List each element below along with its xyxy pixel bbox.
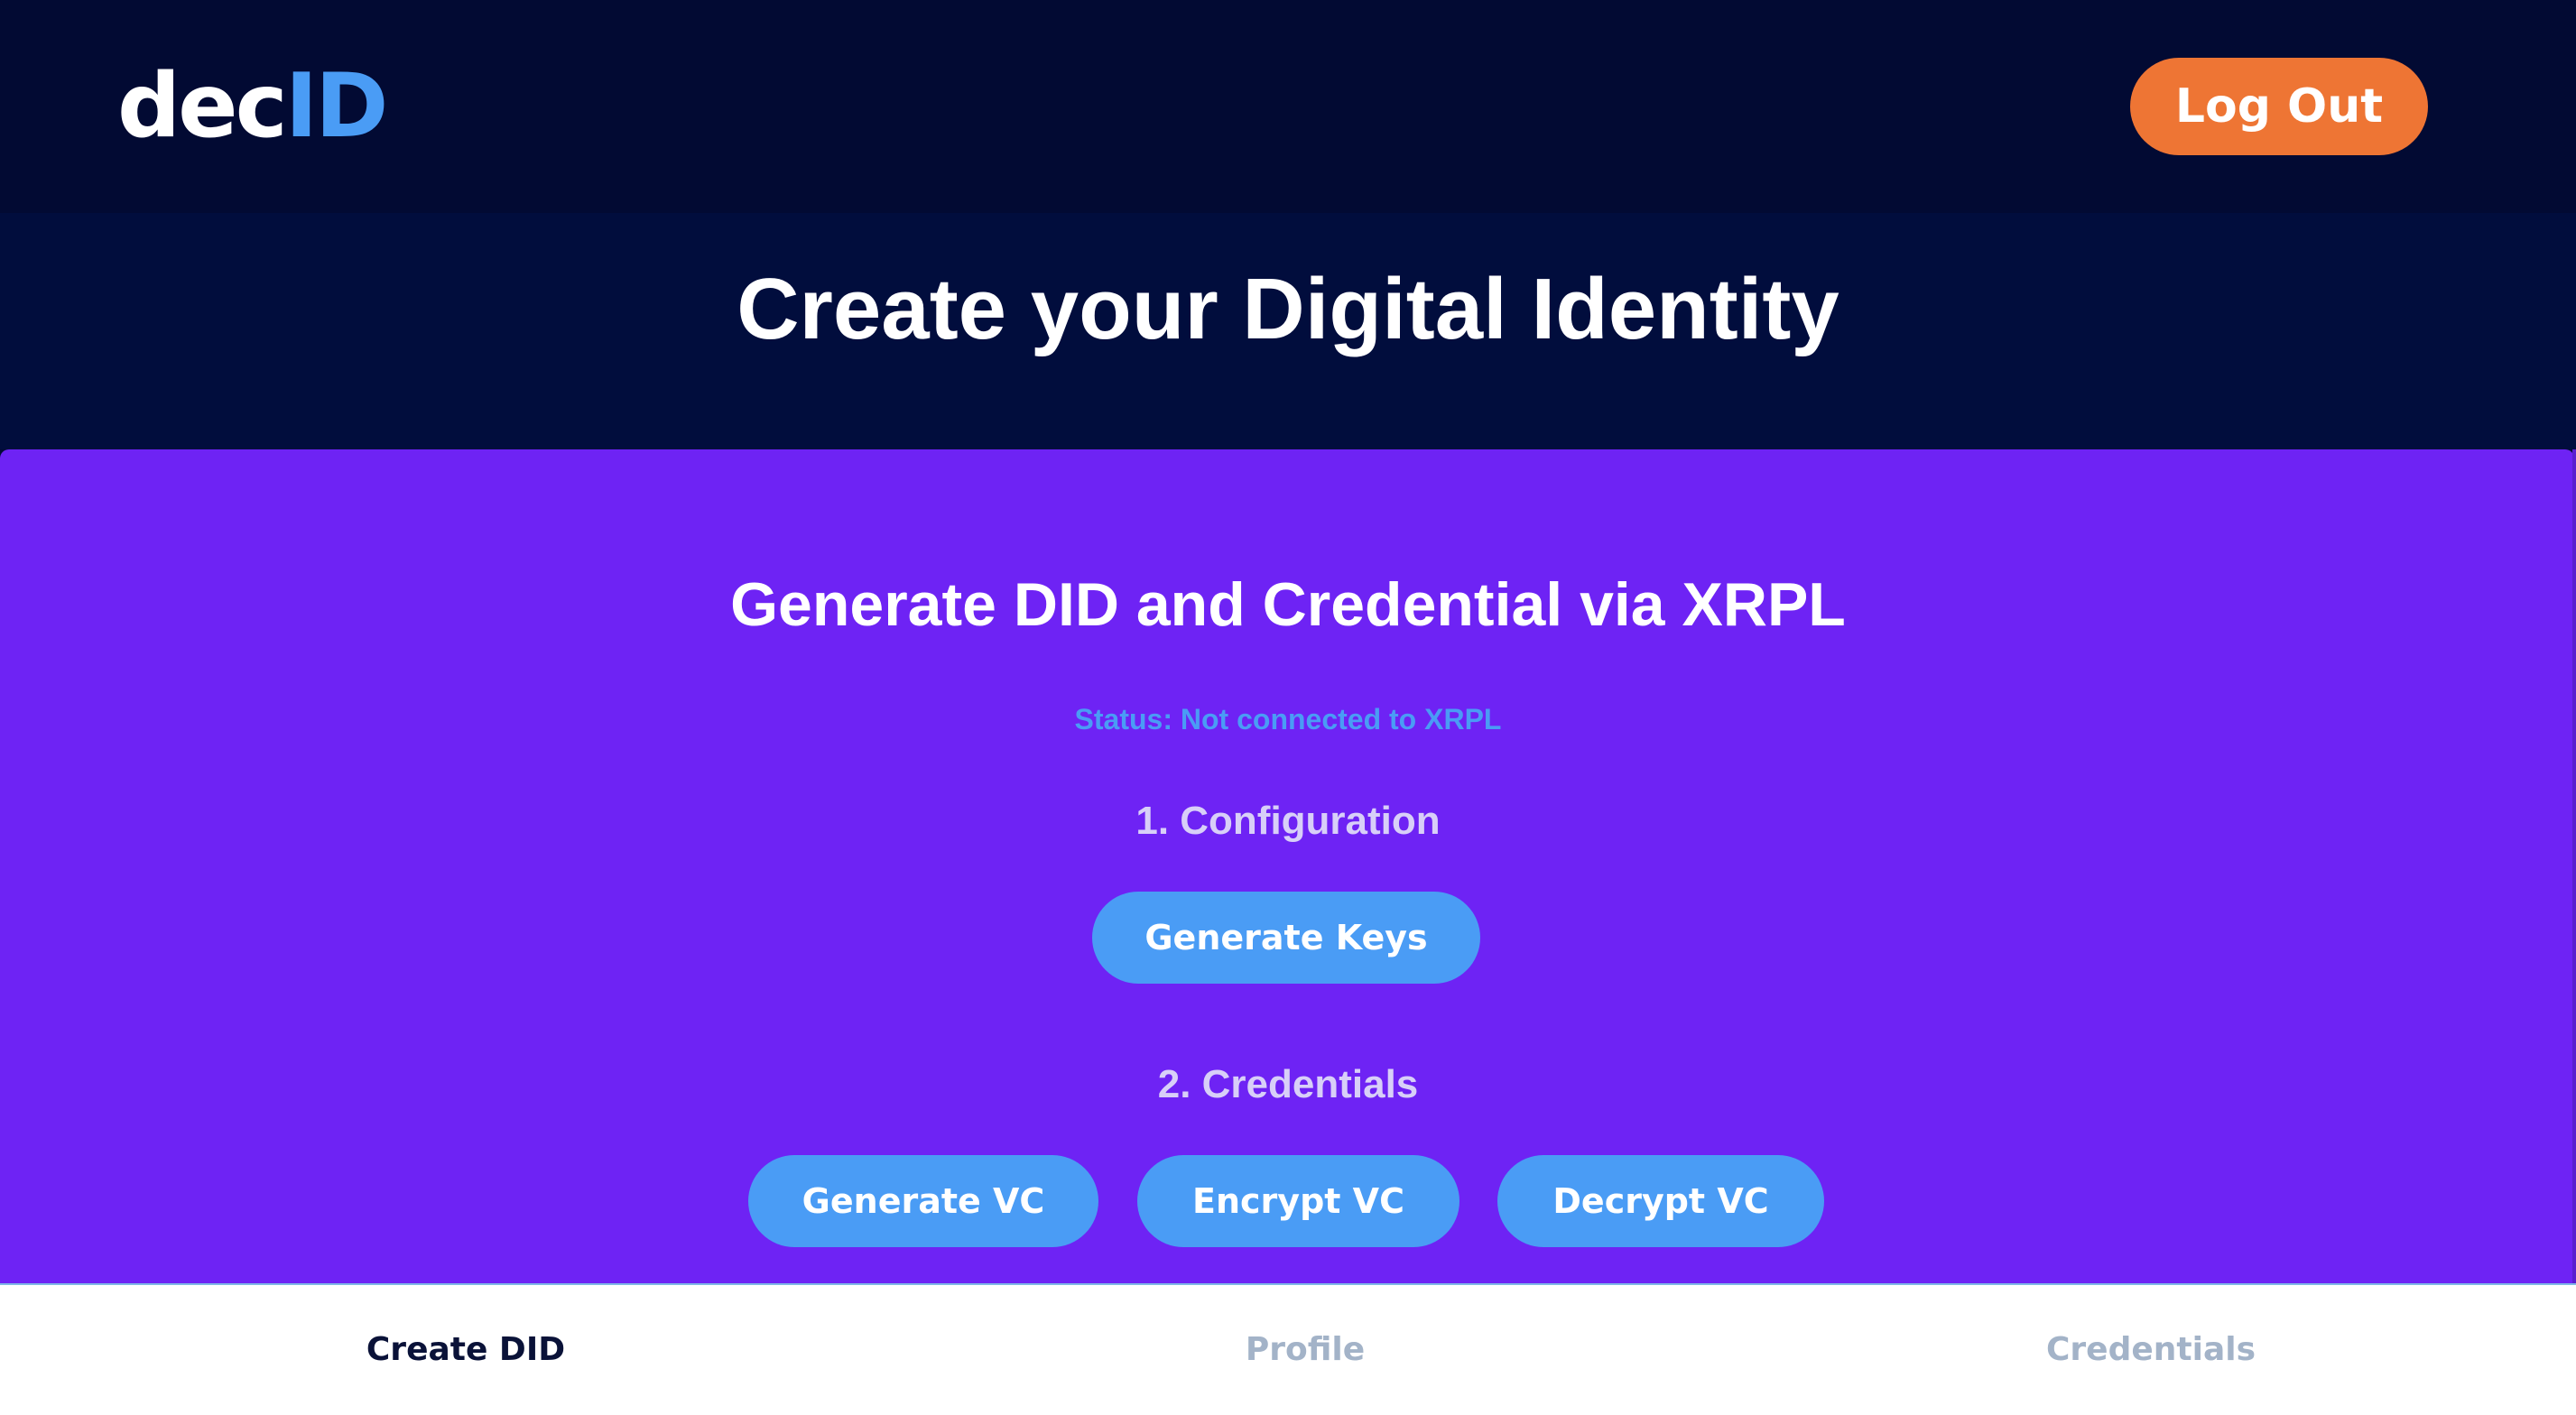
decrypt-vc-button[interactable]: Decrypt VC <box>1497 1155 1824 1247</box>
nav-tab-create-did[interactable]: Create DID <box>195 1285 737 1415</box>
logo-text-dec: dec <box>117 55 288 158</box>
page-title: Create your Digital Identity <box>737 261 1839 357</box>
bottom-navigation: Create DID Profile Credentials <box>0 1283 2576 1415</box>
section-heading: Generate DID and Credential via XRPL <box>730 570 1846 639</box>
app-header: decID Log Out <box>0 0 2576 213</box>
logo-text-id: ID <box>284 55 389 158</box>
logout-button[interactable]: Log Out <box>2130 58 2428 155</box>
step-credentials-heading: 2. Credentials <box>1157 1062 1419 1106</box>
nav-tab-credentials[interactable]: Credentials <box>1880 1285 2422 1415</box>
connection-status: Status: Not connected to XRPL <box>1074 703 1502 735</box>
generate-vc-button[interactable]: Generate VC <box>748 1155 1098 1247</box>
decid-logo[interactable]: decID <box>117 52 389 161</box>
generate-keys-button[interactable]: Generate Keys <box>1092 892 1480 984</box>
nav-tab-profile[interactable]: Profile <box>1034 1285 1576 1415</box>
encrypt-vc-button[interactable]: Encrypt VC <box>1137 1155 1459 1247</box>
step-configuration-heading: 1. Configuration <box>1135 799 1441 843</box>
